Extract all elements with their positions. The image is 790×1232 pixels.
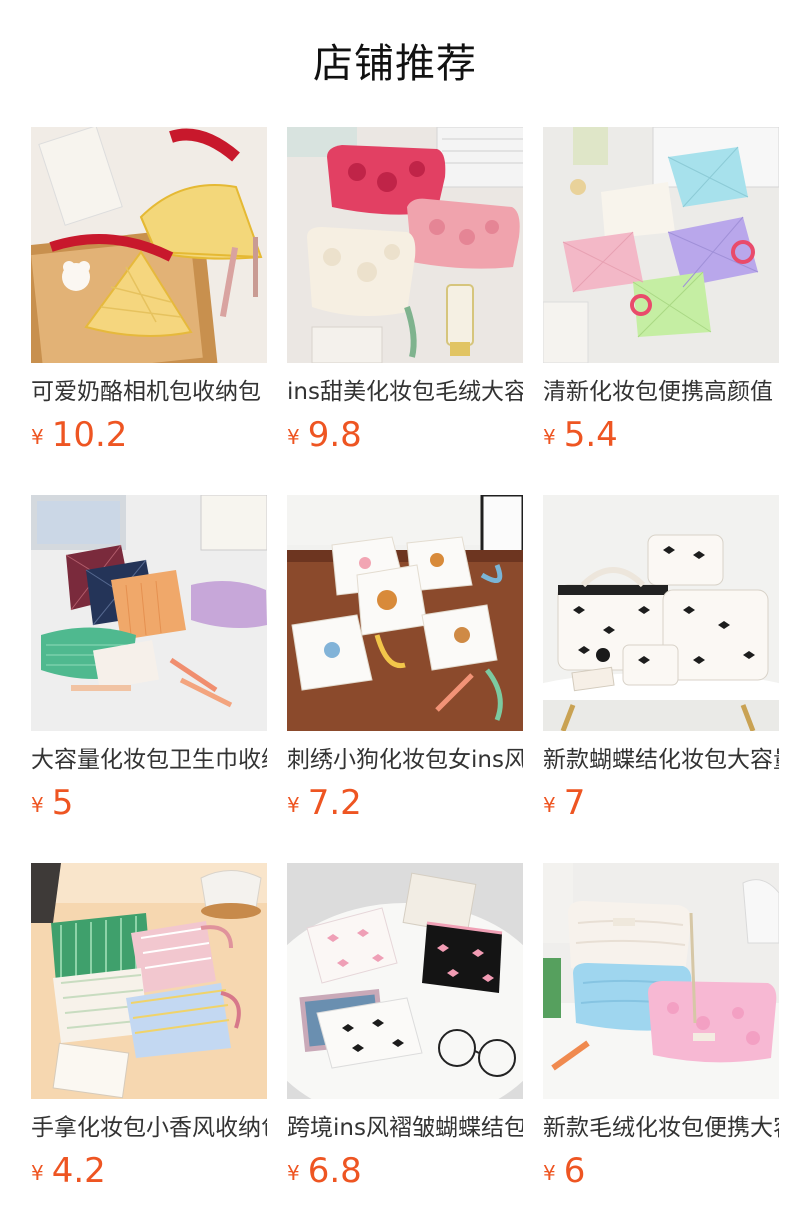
embroidered-dog-pouch-photo [287,495,523,731]
product-image[interactable] [543,863,779,1099]
product-title[interactable]: 新款蝴蝶结化妆包大容量 [543,745,779,775]
product-price: ¥4.2 [31,1151,267,1197]
product-card[interactable]: 清新化妆包便携高颜值 ¥5.4 [543,127,779,495]
fluffy-cosmetic-bag-photo [543,863,779,1099]
product-image[interactable] [287,127,523,363]
product-title[interactable]: 可爱奶酪相机包收纳包 [31,377,267,407]
currency-symbol: ¥ [31,793,44,817]
currency-symbol: ¥ [287,793,300,817]
product-card[interactable]: 新款毛绒化妆包便携大容量 ¥6 [543,863,779,1231]
product-price: ¥6 [543,1151,779,1197]
product-price: ¥9.8 [287,415,523,461]
currency-symbol: ¥ [287,425,300,449]
product-card[interactable]: 可爱奶酪相机包收纳包 ¥10.2 [31,127,267,495]
plush-cosmetic-bag-photo [287,127,523,363]
product-title[interactable]: 刺绣小狗化妆包女ins风 [287,745,523,775]
product-price: ¥10.2 [31,415,267,461]
currency-symbol: ¥ [543,425,556,449]
tweed-clutch-pouch-photo [31,863,267,1099]
currency-symbol: ¥ [31,425,44,449]
product-image[interactable] [287,495,523,731]
product-title[interactable]: 新款毛绒化妆包便携大容量 [543,1113,779,1143]
price-amount: 5 [51,783,74,823]
currency-symbol: ¥ [287,1161,300,1185]
product-image[interactable] [31,495,267,731]
price-amount: 5.4 [563,415,618,455]
product-card[interactable]: 新款蝴蝶结化妆包大容量 ¥7 [543,495,779,863]
cheese-camera-bag-photo [31,127,267,363]
product-image[interactable] [543,127,779,363]
page-title: 店铺推荐 [313,41,477,87]
product-price: ¥5.4 [543,415,779,461]
price-amount: 4.2 [51,1151,106,1191]
product-price: ¥5 [31,783,267,829]
ruched-bow-pouch-photo [287,863,523,1099]
price-amount: 6 [563,1151,586,1191]
plaid-pouch-photo [31,495,267,731]
product-title[interactable]: 手拿化妆包小香风收纳包 [31,1113,267,1143]
price-amount: 9.8 [307,415,362,455]
product-image[interactable] [31,863,267,1099]
product-title[interactable]: 清新化妆包便携高颜值 [543,377,779,407]
currency-symbol: ¥ [543,1161,556,1185]
product-image[interactable] [543,495,779,731]
price-amount: 7 [563,783,586,823]
product-card[interactable]: 跨境ins风褶皱蝴蝶结包 ¥6.8 [287,863,523,1231]
product-card[interactable]: 刺绣小狗化妆包女ins风 ¥7.2 [287,495,523,863]
product-card[interactable]: 大容量化妆包卫生巾收纳 ¥5 [31,495,267,863]
product-price: ¥7 [543,783,779,829]
price-amount: 7.2 [307,783,362,823]
product-title[interactable]: 跨境ins风褶皱蝴蝶结包 [287,1113,523,1143]
bow-print-bag-set-photo [543,495,779,731]
product-grid: 可爱奶酪相机包收纳包 ¥10.2 ins甜美化妆包毛绒大容 ¥ 9.8 清新化妆… [31,127,779,1231]
product-image[interactable] [31,127,267,363]
pastel-quilted-pouch-photo [543,127,779,363]
price-amount: 10.2 [51,415,128,455]
price-amount: 6.8 [307,1151,362,1191]
currency-symbol: ¥ [543,793,556,817]
product-image[interactable] [287,863,523,1099]
product-title[interactable]: ins甜美化妆包毛绒大容量 [287,377,523,407]
product-price: ¥7.2 [287,783,523,829]
product-card[interactable]: ins甜美化妆包毛绒大容量 ¥9.8 [287,127,523,495]
product-title[interactable]: 大容量化妆包卫生巾收纳 [31,745,267,775]
product-price: ¥6.8 [287,1151,523,1197]
currency-symbol: ¥ [31,1161,44,1185]
product-card[interactable]: 手拿化妆包小香风收纳包 ¥4.2 [31,863,267,1231]
